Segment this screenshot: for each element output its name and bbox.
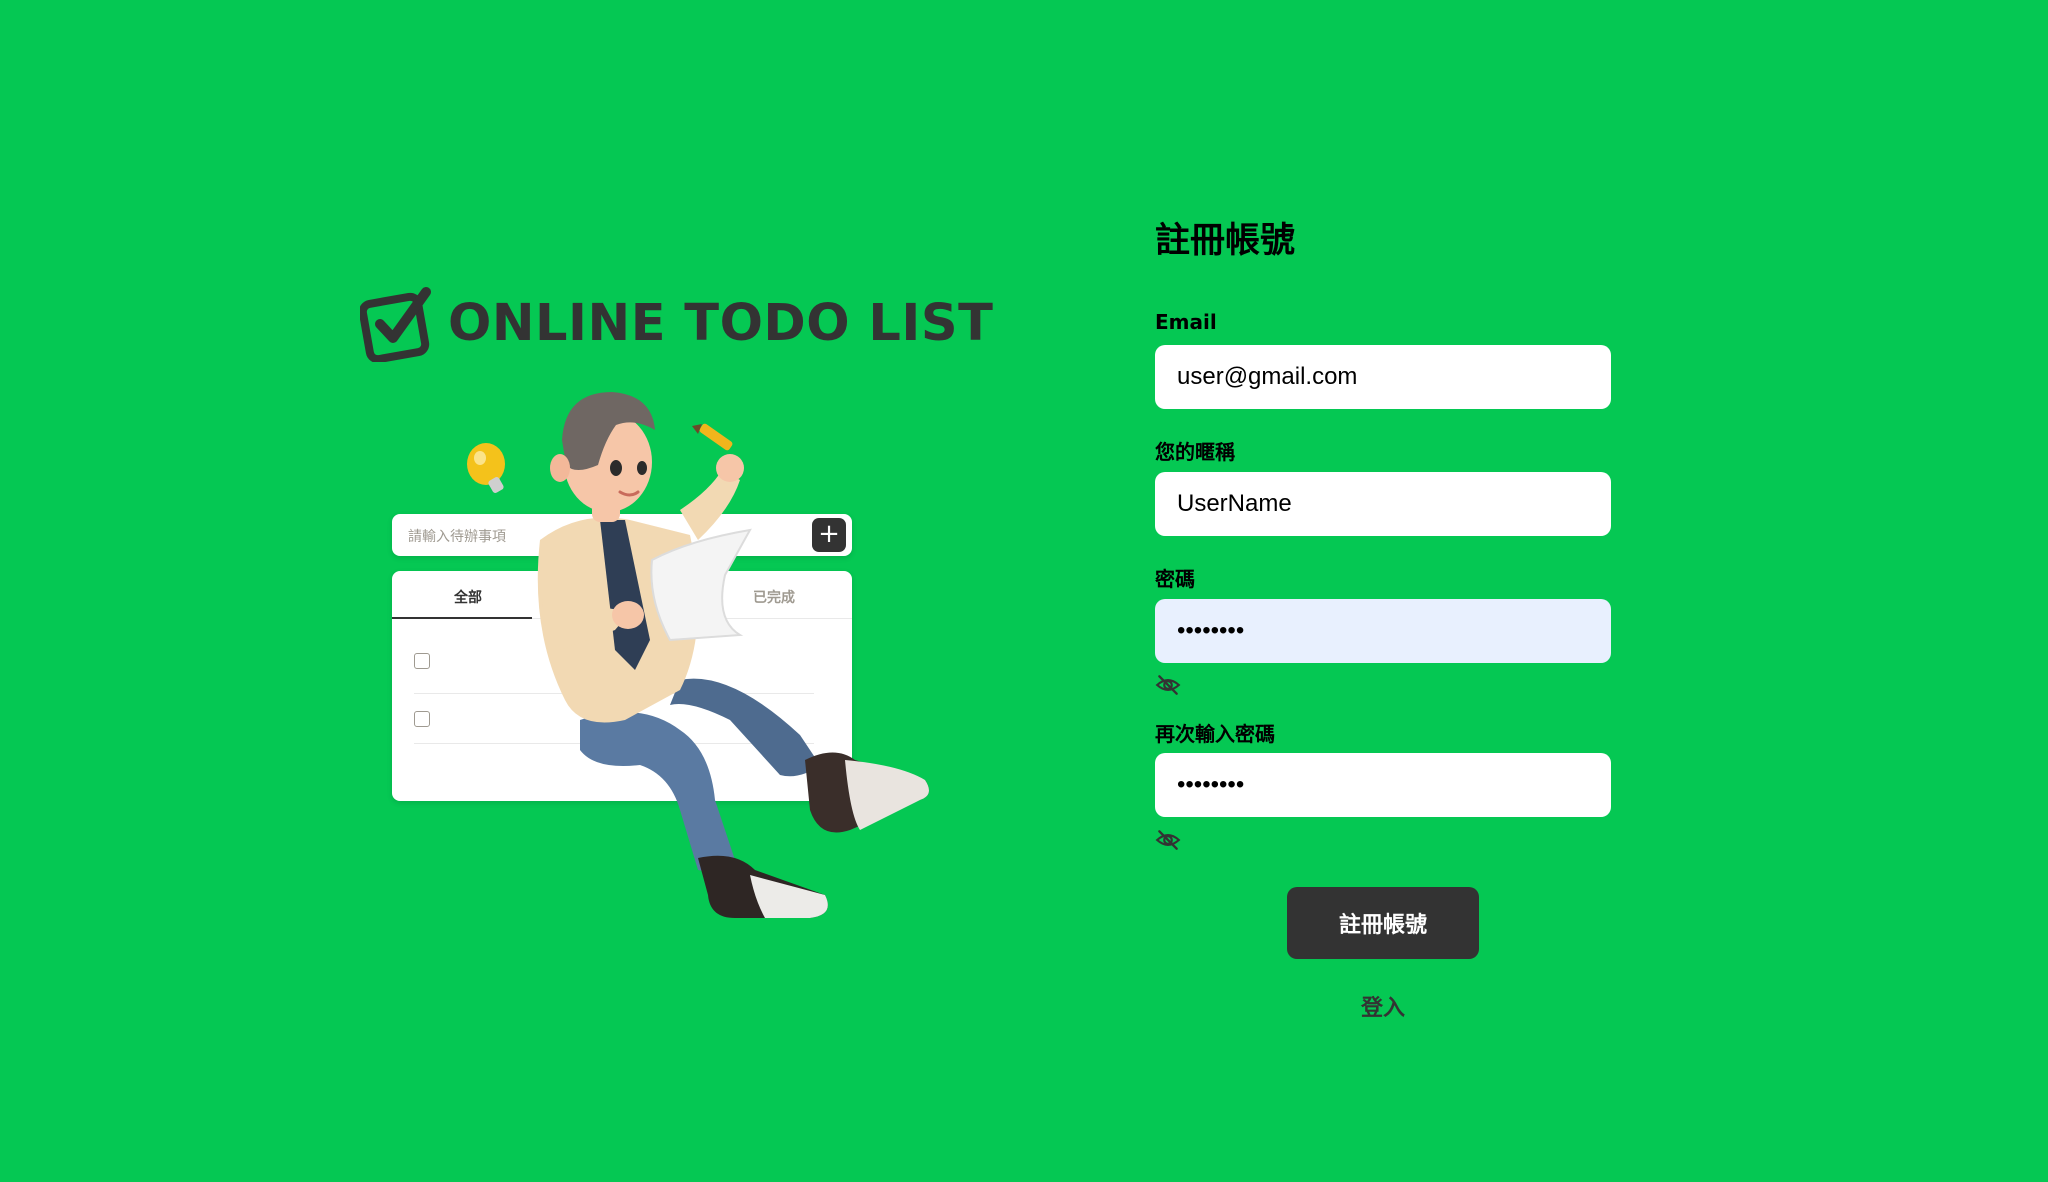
lightbulb-icon xyxy=(467,443,505,493)
password-field[interactable] xyxy=(1155,599,1611,663)
character-figure xyxy=(467,392,929,918)
nickname-label: 您的暱稱 xyxy=(1155,440,1235,464)
confirm-password-field[interactable] xyxy=(1155,753,1611,817)
password-label: 密碼 xyxy=(1155,567,1195,591)
hero-illustration: 請輸入待辦事項 + 全部 已完成 xyxy=(380,370,940,950)
email-field[interactable] xyxy=(1155,345,1611,409)
eye-slash-icon[interactable] xyxy=(1155,827,1181,853)
confirm-password-label: 再次輸入密碼 xyxy=(1155,722,1275,746)
eye-slash-icon[interactable] xyxy=(1155,672,1181,698)
pencil-icon xyxy=(692,423,733,451)
login-link[interactable]: 登入 xyxy=(1155,990,1611,1022)
email-label: Email xyxy=(1155,310,1217,334)
register-button[interactable]: 註冊帳號 xyxy=(1287,887,1479,959)
checkbox-check-icon xyxy=(360,287,431,362)
brand-logo: ONLINE TODO LIST xyxy=(360,286,993,362)
nickname-field[interactable] xyxy=(1155,472,1611,536)
logo-text: ONLINE TODO LIST xyxy=(448,294,994,353)
page-title: 註冊帳號 xyxy=(1155,221,1296,261)
